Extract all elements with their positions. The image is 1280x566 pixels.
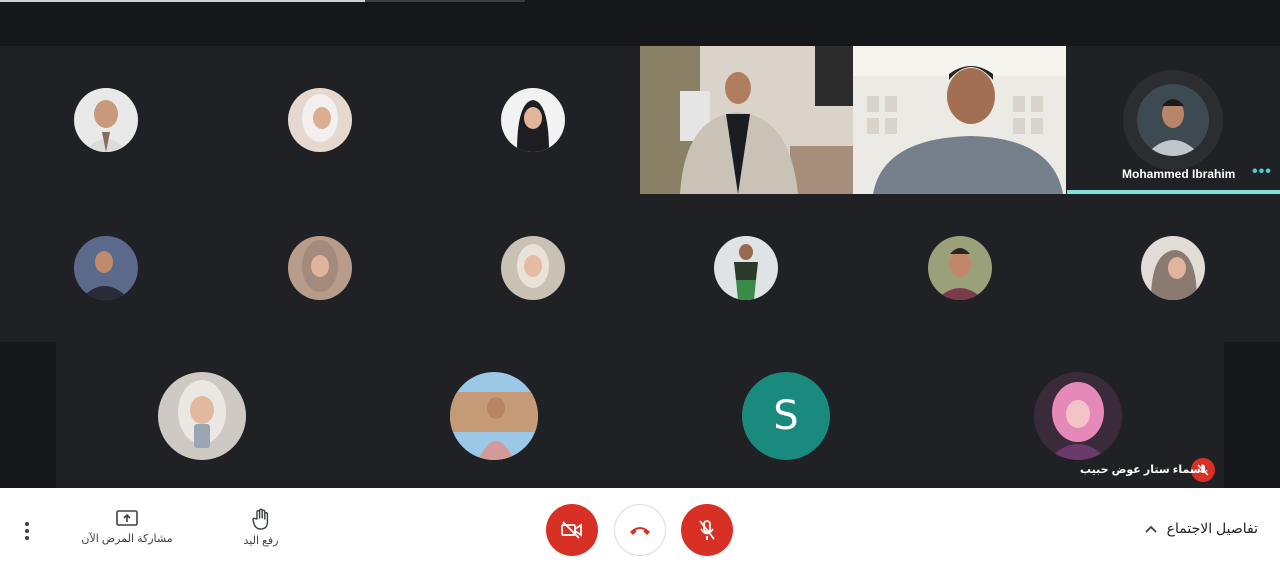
participant-tile[interactable]: S [640,342,932,488]
participant-tile[interactable] [213,46,426,194]
participant-avatar [501,236,565,300]
mic-off-icon [699,520,715,540]
participant-tile[interactable] [427,194,639,342]
participant-tile[interactable] [56,342,348,488]
participant-avatar [74,236,138,300]
participant-tile[interactable] [0,46,212,194]
meeting-details-button[interactable]: تفاصيل الاجتماع [1145,520,1258,537]
participant-name: Mohammed Ibrahim [1122,167,1236,181]
present-screen-icon [116,510,138,526]
raise-hand-button[interactable]: رفع اليد [240,508,282,547]
participant-name: اسماء ستار عوض حبيب [1080,464,1205,476]
leave-call-button[interactable] [614,504,666,556]
camera-toggle-button[interactable] [546,504,598,556]
participant-tile[interactable] [213,194,426,342]
participant-tile[interactable] [640,194,853,342]
participant-avatar [288,236,352,300]
top-bar [0,0,1280,46]
raise-hand-label: رفع اليد [243,535,279,547]
more-options-icon[interactable]: ••• [1252,163,1272,181]
more-options-button[interactable] [25,522,29,540]
participant-avatar [158,372,246,460]
participant-video[interactable] [640,46,853,194]
camera-off-icon [561,521,582,539]
control-bar: مشاركة المرض الآن رفع اليد تفاصيل الاجتم… [0,488,1280,566]
side-gutter [0,342,56,488]
participant-tile[interactable] [853,194,1066,342]
participant-avatar [1141,236,1205,300]
present-now-label: مشاركة المرض الآن [81,533,173,545]
hand-icon [252,508,269,530]
participant-tile-pinned[interactable]: Mohammed Ibrahim ••• [1067,46,1280,194]
chevron-up-icon [1145,525,1157,533]
participant-tile[interactable] [1067,194,1280,342]
hang-up-icon [630,527,650,535]
participant-avatar [714,236,778,300]
participant-tile[interactable] [348,342,640,488]
loading-progress-track [365,0,525,2]
meet-window: Mohammed Ibrahim ••• S اسماء ستار عوض حب… [0,0,1280,566]
participant-tile[interactable] [427,46,639,194]
participant-avatar [450,372,538,460]
participant-avatar [1034,372,1122,460]
participant-video-frame [853,46,1066,194]
meeting-details-label: تفاصيل الاجتماع [1166,520,1258,536]
participant-avatar [501,88,565,152]
participant-initial-avatar: S [742,372,830,460]
mic-toggle-button[interactable] [681,504,733,556]
loading-progress [0,0,365,2]
participant-video[interactable] [853,46,1066,194]
participant-avatar [1137,84,1209,156]
participant-avatar [928,236,992,300]
participant-tile[interactable]: اسماء ستار عوض حبيب [932,342,1224,488]
participant-avatar [74,88,138,152]
participant-video-frame [640,46,853,194]
participant-tile[interactable] [0,194,212,342]
side-gutter [1224,342,1280,488]
present-now-button[interactable]: مشاركة المرض الآن [81,510,173,545]
participant-avatar [288,88,352,152]
